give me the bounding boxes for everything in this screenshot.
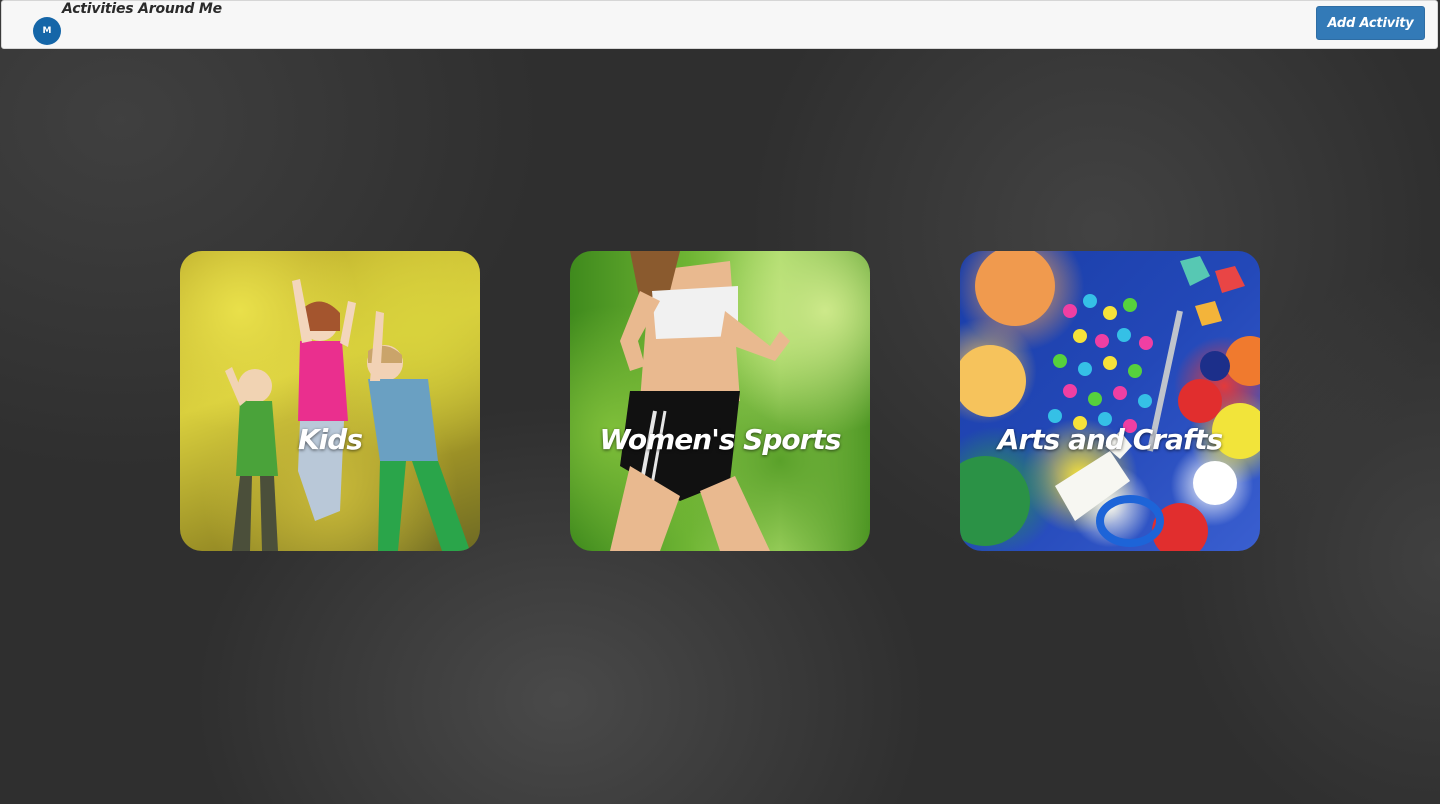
category-card-arts-and-crafts[interactable]: Arts and Crafts	[960, 251, 1260, 551]
add-activity-button[interactable]: Add Activity	[1316, 6, 1425, 40]
category-card-kids[interactable]: Kids	[180, 251, 480, 551]
children-illustration	[225, 279, 470, 551]
arts-and-crafts-photo	[960, 251, 1260, 551]
category-card-womens-sports[interactable]: Women's Sports	[570, 251, 870, 551]
kids-photo	[180, 251, 480, 551]
craft-supplies-illustration	[960, 251, 1260, 551]
category-label-arts-and-crafts: Arts and Crafts	[997, 423, 1223, 456]
top-navbar: M Activities Around Me Add Activity	[1, 0, 1438, 49]
app-title[interactable]: Activities Around Me	[62, 1, 222, 17]
category-label-womens-sports: Women's Sports	[599, 423, 842, 456]
runner-illustration	[610, 251, 790, 551]
beads	[1048, 294, 1153, 433]
womens-sports-photo	[570, 251, 870, 551]
user-avatar[interactable]: M	[33, 17, 61, 45]
category-label-kids: Kids	[297, 423, 363, 456]
